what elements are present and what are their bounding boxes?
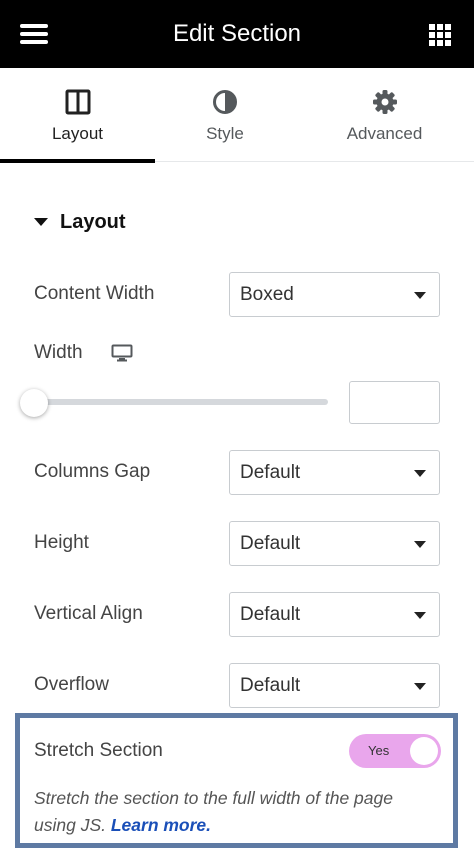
columns-layout-icon (65, 89, 90, 115)
columns-gap-value: Default (240, 462, 301, 483)
layout-section-toggle[interactable]: Layout (34, 208, 126, 236)
overflow-value: Default (240, 675, 301, 696)
toggle-yes-text: Yes (368, 743, 390, 758)
chevron-down-icon (414, 470, 426, 477)
chevron-down-icon (414, 683, 426, 690)
chevron-down-icon (414, 612, 426, 619)
tab-layout[interactable]: Layout (0, 68, 155, 163)
tab-style[interactable]: Style (155, 68, 295, 162)
toggle-knob (410, 737, 438, 765)
width-slider-track[interactable] (34, 399, 328, 405)
chevron-down-icon (414, 541, 426, 548)
tab-advanced[interactable]: Advanced (295, 68, 474, 162)
gear-icon (372, 90, 397, 114)
overflow-label: Overflow (34, 674, 109, 695)
overflow-select[interactable]: Default (229, 663, 440, 708)
description-text: Stretch the section to the full width of… (34, 788, 393, 835)
half-circle-contrast-icon (213, 90, 237, 114)
grid-apps-icon[interactable] (429, 24, 451, 46)
active-tab-indicator (0, 159, 155, 163)
panel-tabs: Layout Style Advanced (0, 68, 474, 163)
vertical-align-value: Default (240, 604, 301, 625)
tab-layout-label: Layout (51, 124, 104, 143)
stretch-section-label: Stretch Section (34, 740, 163, 761)
stretch-section-toggle[interactable]: Yes (349, 734, 441, 768)
stretch-section-highlight: Stretch Section Yes Stretch the section … (15, 713, 458, 848)
width-label: Width (34, 342, 83, 363)
width-number-input[interactable] (349, 381, 440, 424)
vertical-align-select[interactable]: Default (229, 592, 440, 637)
tab-style-label: Style (206, 124, 244, 143)
content-width-value: Boxed (240, 284, 294, 305)
caret-down-icon (34, 218, 48, 226)
layout-section-title: Layout (60, 210, 126, 233)
width-slider-handle[interactable] (20, 389, 48, 417)
height-label: Height (34, 532, 89, 553)
desktop-monitor-icon[interactable] (111, 344, 133, 362)
chevron-down-icon (414, 292, 426, 299)
content-width-label: Content Width (34, 283, 155, 304)
tab-advanced-label: Advanced (346, 124, 423, 143)
height-select[interactable]: Default (229, 521, 440, 566)
top-bar: Edit Section (0, 0, 474, 68)
stretch-section-description: Stretch the section to the full width of… (34, 785, 434, 839)
learn-more-link[interactable]: Learn more. (111, 815, 211, 835)
columns-gap-label: Columns Gap (34, 461, 151, 482)
page-title: Edit Section (172, 20, 302, 47)
columns-gap-select[interactable]: Default (229, 450, 440, 495)
height-value: Default (240, 533, 301, 554)
content-width-select[interactable]: Boxed (229, 272, 440, 317)
vertical-align-label: Vertical Align (34, 603, 143, 624)
